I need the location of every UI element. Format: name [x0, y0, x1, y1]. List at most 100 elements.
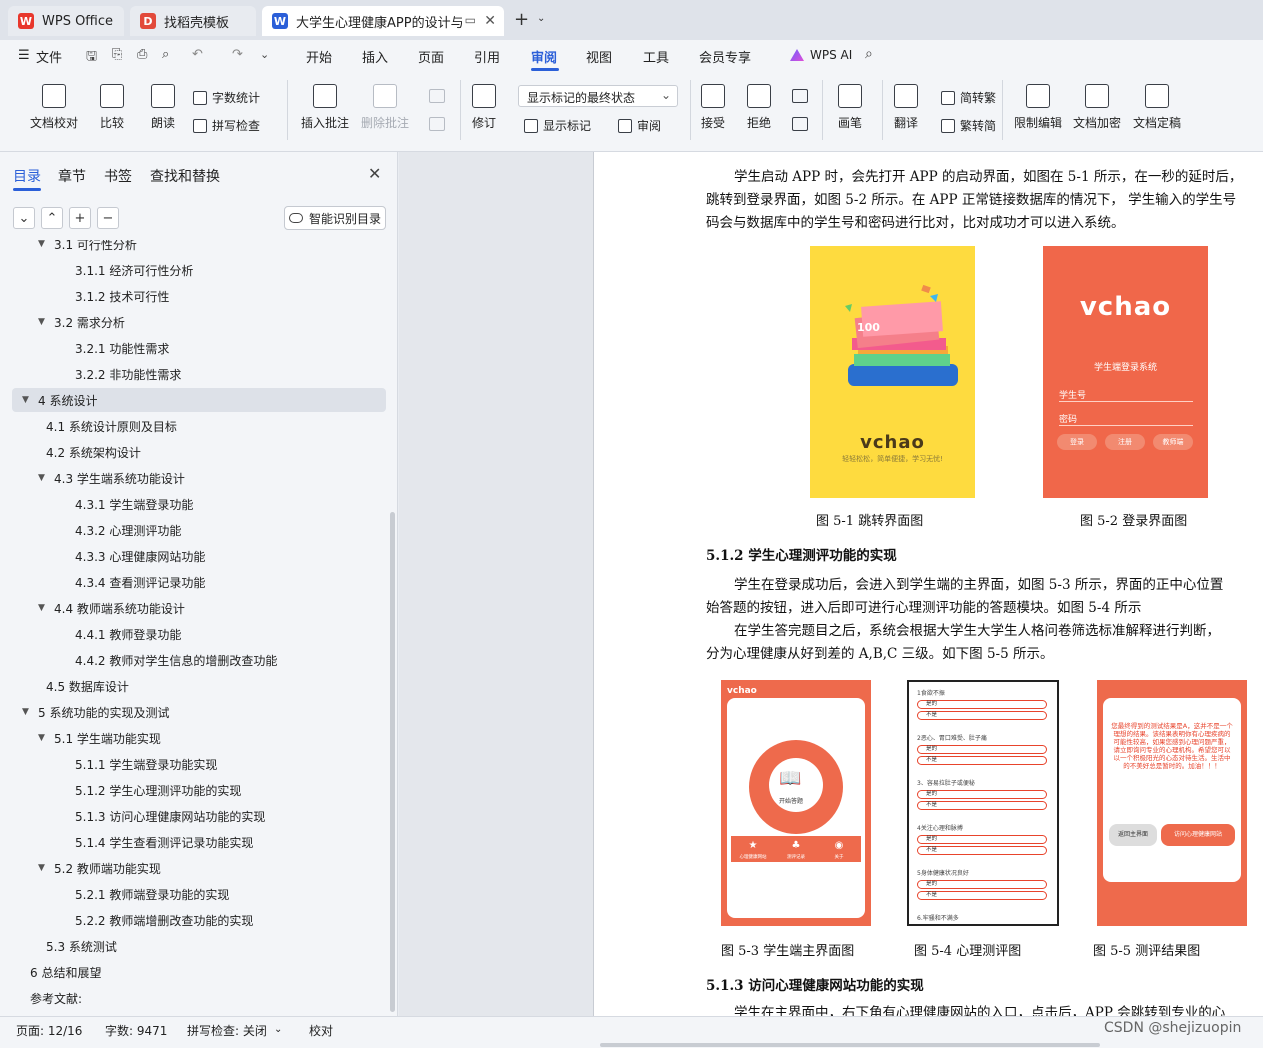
to-simplified-button[interactable]: 繁转简	[941, 117, 996, 134]
markup-display-select[interactable]: 显示标记的最终状态 ⌄	[518, 85, 678, 107]
window-icon[interactable]: ▭	[465, 13, 476, 27]
search-icon[interactable]: ⌕	[865, 46, 873, 62]
accept-button[interactable]: 接受	[701, 84, 725, 131]
doc-check-button[interactable]: 文档校对	[30, 84, 78, 131]
caret-down-icon[interactable]: ▼	[38, 603, 50, 613]
to-traditional-button[interactable]: 简转繁	[941, 89, 996, 106]
menu-view[interactable]: 视图	[586, 47, 612, 66]
restrict-edit-button[interactable]: 限制编辑	[1014, 84, 1062, 131]
delete-comment-button[interactable]: 删除批注	[361, 84, 409, 131]
menu-insert[interactable]: 插入	[362, 47, 388, 66]
toc-item[interactable]: 5.1.4 学生查看测评记录功能实现	[12, 830, 386, 854]
chevron-down-icon[interactable]: ⌄	[537, 13, 545, 24]
toc-item[interactable]: 5.1.3 访问心理健康网站功能的实现	[12, 804, 386, 828]
prev-comment-icon[interactable]	[429, 89, 445, 103]
chevron-down-icon[interactable]: ⌄	[274, 1024, 282, 1035]
spell-check-button[interactable]: 拼写检查	[193, 117, 260, 134]
menu-page[interactable]: 页面	[418, 47, 444, 66]
toc-item[interactable]: ▼ 4 系统设计	[12, 388, 386, 412]
toc-item[interactable]: ▼ 5.1 学生端功能实现	[12, 726, 386, 750]
print-icon[interactable]: ⎙	[137, 47, 147, 62]
add-icon[interactable]: +	[69, 207, 91, 229]
horizontal-scrollbar[interactable]	[600, 1043, 1100, 1047]
review-pane-button[interactable]: 审阅	[618, 117, 661, 134]
menu-file[interactable]: 文件	[36, 47, 62, 66]
redo-icon[interactable]: ↷	[232, 47, 243, 62]
toc-item[interactable]: 6 总结和展望	[12, 960, 386, 984]
pen-button[interactable]: 画笔	[838, 84, 862, 131]
toc-item[interactable]: 4.3.3 心理健康网站功能	[12, 544, 386, 568]
scrollbar[interactable]	[390, 512, 395, 1012]
save-icon[interactable]: 🖫	[86, 47, 97, 69]
tab-bookmarks[interactable]: 书签	[104, 166, 132, 186]
menu-home[interactable]: 开始	[306, 47, 332, 66]
proofread-status[interactable]: 校对	[309, 1022, 333, 1039]
toc-item[interactable]: 4.3.4 查看测评记录功能	[12, 570, 386, 594]
toc-item[interactable]: 4.1 系统设计原则及目标	[12, 414, 386, 438]
toc-item[interactable]: 5.1.2 学生心理测评功能的实现	[12, 778, 386, 802]
undo-icon[interactable]: ↶	[192, 47, 203, 62]
more-icon[interactable]: ⌄	[260, 48, 269, 61]
caret-down-icon[interactable]: ▼	[38, 473, 50, 483]
collapse-up-icon[interactable]: ⌃	[41, 207, 63, 229]
toc-item[interactable]: ▼ 4.3 学生端系统功能设计	[12, 466, 386, 490]
toc-item[interactable]: 3.2.1 功能性需求	[12, 336, 386, 360]
smart-toc-button[interactable]: 智能识别目录	[284, 206, 386, 230]
toc-item[interactable]: 4.5 数据库设计	[12, 674, 386, 698]
word-count-button[interactable]: 字数统计	[193, 89, 260, 106]
menu-member[interactable]: 会员专享	[699, 47, 751, 66]
encrypt-button[interactable]: 文档加密	[1073, 84, 1121, 131]
menu-tools[interactable]: 工具	[643, 47, 669, 66]
hamburger-icon[interactable]: ☰	[18, 48, 30, 63]
print-preview-icon[interactable]: ⌕	[162, 47, 169, 62]
compare-button[interactable]: 比较	[100, 84, 124, 131]
page-indicator[interactable]: 页面: 12/16	[16, 1022, 82, 1039]
toc-item[interactable]: 4.2 系统架构设计	[12, 440, 386, 464]
tab-current-document[interactable]: W 大学生心理健康APP的设计与实 ▭ ✕	[262, 6, 504, 36]
expand-down-icon[interactable]: ⌄	[13, 207, 35, 229]
caret-down-icon[interactable]: ▼	[38, 240, 50, 249]
toc-item[interactable]: 4.3.2 心理测评功能	[12, 518, 386, 542]
tab-chapters[interactable]: 章节	[58, 166, 86, 186]
tab-toc[interactable]: 目录	[13, 166, 41, 186]
remove-icon[interactable]: −	[97, 207, 119, 229]
export-icon[interactable]: ⎘	[112, 47, 122, 62]
toc-item[interactable]: ▼ 5 系统功能的实现及测试	[12, 700, 386, 724]
toc-item[interactable]: ▼ 4.4 教师端系统功能设计	[12, 596, 386, 620]
next-comment-icon[interactable]	[429, 117, 445, 131]
toc-item[interactable]: ▼ 5.2 教师端功能实现	[12, 856, 386, 880]
prev-change-icon[interactable]	[792, 89, 808, 103]
reject-button[interactable]: 拒绝	[747, 84, 771, 131]
menu-review[interactable]: 审阅	[531, 47, 557, 66]
show-markup-button[interactable]: 显示标记	[524, 117, 591, 134]
caret-down-icon[interactable]: ▼	[38, 317, 50, 327]
next-change-icon[interactable]	[792, 117, 808, 131]
toc-item[interactable]: 5.2.2 教师端增删改查功能的实现	[12, 908, 386, 932]
caret-down-icon[interactable]: ▼	[22, 707, 34, 717]
toc-item[interactable]: 3.1.1 经济可行性分析	[12, 258, 386, 282]
new-tab-icon[interactable]: +	[514, 9, 529, 30]
toc-item[interactable]: 4.4.2 教师对学生信息的增删改查功能	[12, 648, 386, 672]
insert-comment-button[interactable]: 插入批注	[301, 84, 349, 131]
toc-item[interactable]: 3.2.2 非功能性需求	[12, 362, 386, 386]
document-page[interactable]: 学生启动 APP 时，会先打开 APP 的启动界面，如图在 5-1 所示，在一秒…	[593, 152, 1263, 1016]
spell-check-status[interactable]: 拼写检查: 关闭	[187, 1022, 267, 1039]
finalize-button[interactable]: 文档定稿	[1133, 84, 1181, 131]
toc-item[interactable]: 3.1.2 技术可行性	[12, 284, 386, 308]
tab-find-replace[interactable]: 查找和替换	[150, 166, 220, 186]
toc-item[interactable]: ▼ 3.2 需求分析	[12, 310, 386, 334]
toc-item[interactable]: 4.4.1 教师登录功能	[12, 622, 386, 646]
word-count[interactable]: 字数: 9471	[105, 1022, 167, 1039]
caret-down-icon[interactable]: ▼	[22, 395, 34, 405]
close-icon[interactable]: ✕	[484, 13, 496, 29]
tab-docer[interactable]: D 找稻壳模板	[130, 6, 256, 36]
translate-button[interactable]: 翻译	[894, 84, 918, 131]
menu-references[interactable]: 引用	[474, 47, 500, 66]
toc-item[interactable]: 4.3.1 学生端登录功能	[12, 492, 386, 516]
caret-down-icon[interactable]: ▼	[38, 863, 50, 873]
toc-item[interactable]: 参考文献:	[12, 986, 386, 1010]
tab-wps-office[interactable]: W WPS Office	[8, 6, 124, 36]
toc-item[interactable]: 5.2.1 教师端登录功能的实现	[12, 882, 386, 906]
close-icon[interactable]: ✕	[368, 164, 381, 183]
toc-item[interactable]: ▼ 3.1 可行性分析	[12, 240, 386, 256]
